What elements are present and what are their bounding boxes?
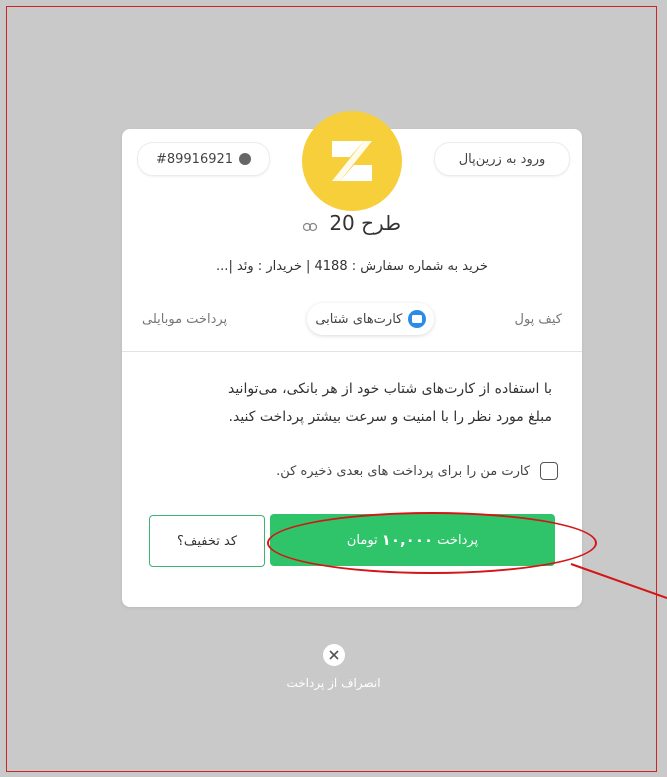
cancel-payment: انصراف از پرداخت — [0, 644, 667, 690]
close-icon[interactable] — [322, 644, 345, 666]
cancel-label[interactable]: انصراف از پرداخت — [286, 676, 380, 690]
